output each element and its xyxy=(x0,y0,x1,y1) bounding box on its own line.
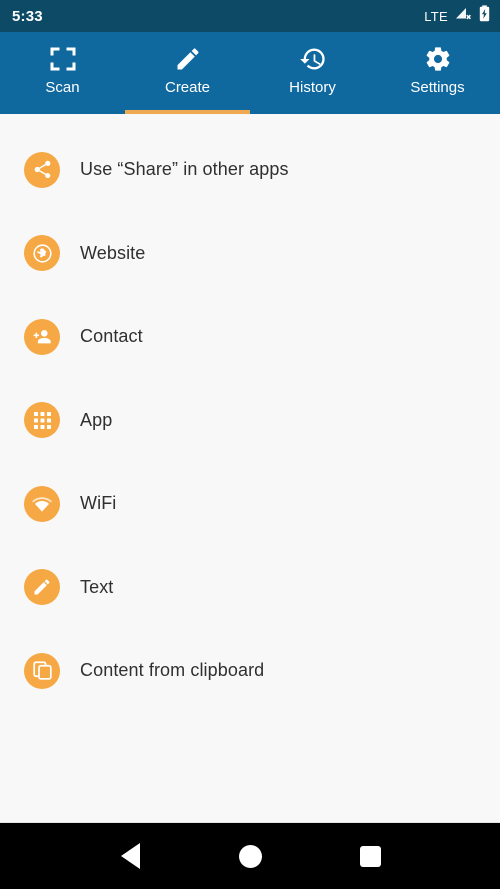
gear-icon xyxy=(424,45,452,73)
list-item-wifi[interactable]: WiFi xyxy=(0,462,500,546)
pencil-icon xyxy=(24,569,60,606)
list-item-contact-label: Contact xyxy=(80,326,143,347)
clipboard-copy-icon xyxy=(24,652,60,689)
phone-screen: 5:33 LTE Scan Create History Settings Us… xyxy=(0,0,500,889)
scan-frame-icon xyxy=(49,45,77,73)
list-item-app[interactable]: App xyxy=(0,379,500,463)
list-item-wifi-label: WiFi xyxy=(80,493,117,514)
list-item-text[interactable]: Text xyxy=(0,546,500,630)
recents-square-icon xyxy=(359,845,381,867)
home-circle-icon xyxy=(238,844,262,868)
list-item-text-label: Text xyxy=(80,576,114,597)
top-tab-bar: Scan Create History Settings xyxy=(0,32,500,114)
nav-home-button[interactable] xyxy=(222,828,278,884)
create-options-list: Use “Share” in other apps Website Contac… xyxy=(0,114,500,713)
tab-history-label: History xyxy=(289,79,336,96)
battery-charging-icon xyxy=(479,5,490,27)
apps-grid-icon xyxy=(24,402,60,439)
globe-icon xyxy=(24,235,60,272)
list-item-clipboard-label: Content from clipboard xyxy=(80,660,265,681)
list-item-contact[interactable]: Contact xyxy=(0,295,500,379)
status-bar-indicators: LTE xyxy=(424,5,490,27)
tab-scan-label: Scan xyxy=(45,79,80,96)
nav-recents-button[interactable] xyxy=(342,828,398,884)
network-type-label: LTE xyxy=(424,8,448,24)
tab-history[interactable]: History xyxy=(250,32,375,114)
status-bar-clock: 5:33 xyxy=(12,7,43,25)
android-nav-bar xyxy=(0,823,500,889)
list-item-app-label: App xyxy=(80,409,113,430)
list-item-website[interactable]: Website xyxy=(0,212,500,296)
list-item-share[interactable]: Use “Share” in other apps xyxy=(0,128,500,212)
history-clock-icon xyxy=(299,45,327,73)
tab-scan[interactable]: Scan xyxy=(0,32,125,114)
list-item-share-label: Use “Share” in other apps xyxy=(80,159,289,180)
tab-create-label: Create xyxy=(164,79,211,96)
person-add-icon xyxy=(24,318,60,355)
tab-create[interactable]: Create xyxy=(125,32,250,114)
signal-no-service-icon xyxy=(455,6,472,26)
tab-settings[interactable]: Settings xyxy=(375,32,500,114)
back-triangle-icon xyxy=(120,843,140,869)
tab-settings-label: Settings xyxy=(410,79,465,96)
pencil-icon xyxy=(174,45,202,73)
create-panel: Use “Share” in other apps Website Contac… xyxy=(0,114,500,822)
status-bar: 5:33 LTE xyxy=(0,0,500,32)
wifi-icon xyxy=(24,485,60,522)
list-item-clipboard[interactable]: Content from clipboard xyxy=(0,629,500,713)
nav-back-button[interactable] xyxy=(102,828,158,884)
share-icon xyxy=(24,151,60,188)
list-item-website-label: Website xyxy=(80,242,146,263)
